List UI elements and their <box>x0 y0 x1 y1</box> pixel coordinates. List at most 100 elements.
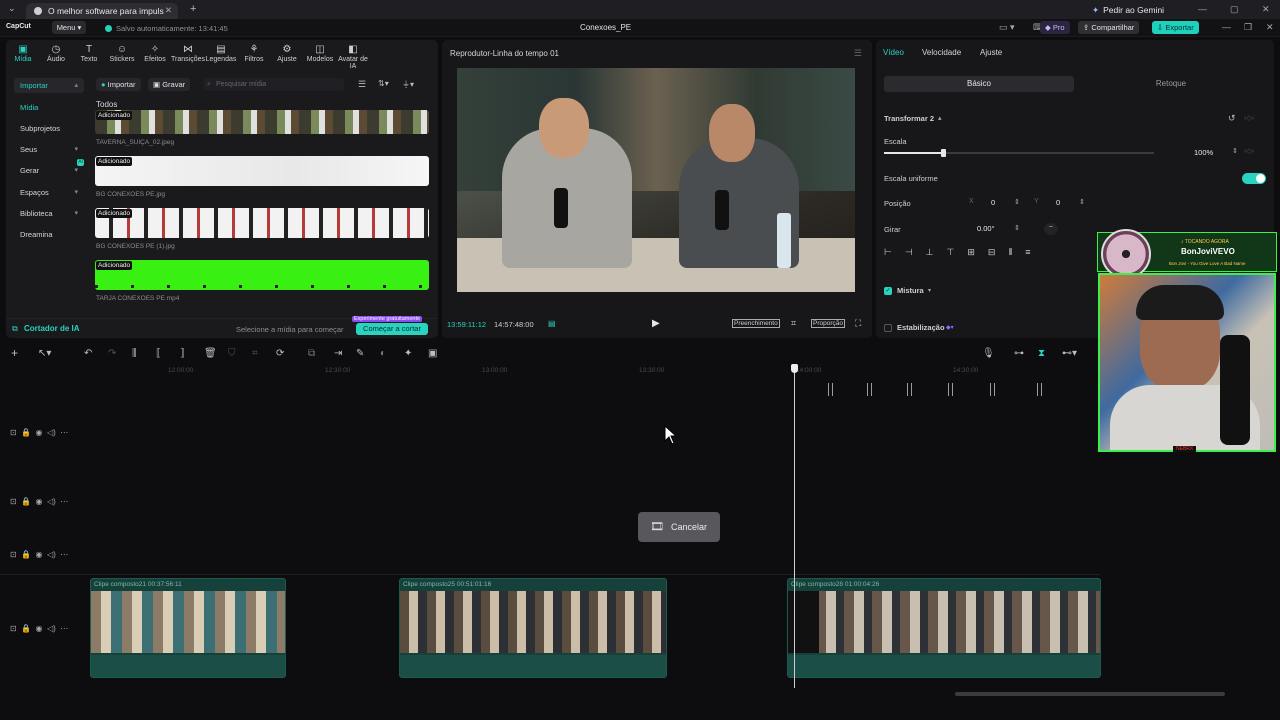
chain-icon[interactable]: ⊷▾ <box>1062 348 1077 359</box>
select-tool-icon[interactable]: ↖▾ <box>38 348 51 359</box>
media-search-input[interactable]: ⌕ Pesquisar mídia <box>204 78 344 91</box>
crop-icon[interactable]: ⌗ <box>791 318 796 329</box>
align-tools[interactable]: ⊢⊣⊥⊤⊞⊟⫴≡ <box>884 247 1074 261</box>
redo-icon[interactable]: ↷ <box>108 348 116 359</box>
start-cutting-button[interactable]: Começar a cortar <box>356 323 428 335</box>
leftnav-item-seus[interactable]: Seus ▾ <box>14 142 84 157</box>
crop-tool-icon[interactable]: ⌗ <box>252 348 258 359</box>
rotate-dial-icon[interactable]: – <box>1044 223 1058 235</box>
mask-icon[interactable]: ◐ <box>380 348 386 359</box>
keyframe-icon[interactable]: ‹◇› <box>1244 114 1254 122</box>
view-mode-icon[interactable]: ☰ <box>358 79 366 90</box>
track-controls[interactable]: ⊡ 🔒 ◉ ◁) ⋯ <box>10 624 68 633</box>
toolbar-tab-filters[interactable]: ⚘ Filtros <box>237 44 271 63</box>
close-tab-icon[interactable]: ✕ <box>165 5 172 16</box>
layout-icon[interactable]: ▭ ▾ <box>994 21 1020 34</box>
browser-tab[interactable]: O melhor software para impuls ✕ <box>26 3 178 19</box>
pos-x-input[interactable]: 0 <box>991 197 995 209</box>
collapse-chevron-icon[interactable]: ▴ <box>938 114 942 122</box>
play-icon[interactable]: ▶ <box>652 318 660 329</box>
mic-record-icon[interactable]: 🎙 <box>982 348 995 359</box>
leftnav-item-importar[interactable]: Importar ▴ <box>14 78 84 93</box>
fill-button[interactable]: Preenchimento <box>732 319 780 328</box>
leftnav-item-dreamina[interactable]: Dreamina <box>14 227 84 242</box>
subtab-basic[interactable]: Básico <box>884 76 1074 92</box>
timeline-marker[interactable] <box>1037 383 1042 396</box>
magic-icon[interactable]: ✦ <box>404 348 412 359</box>
toolbar-tab-templates[interactable]: ◫ Modelos <box>303 44 337 63</box>
pro-badge[interactable]: ◆ Pro <box>1040 21 1070 34</box>
freeze-icon[interactable]: ⧉ <box>308 348 315 359</box>
scale-stepper-icon[interactable]: ⇕ <box>1232 147 1238 155</box>
fullscreen-icon[interactable]: ⛶ <box>855 318 861 329</box>
media-item[interactable]: Adicionado <box>95 208 429 238</box>
tab-video[interactable]: Vídeo <box>883 48 904 57</box>
toolbar-tab-sticker[interactable]: ☺ Stickers <box>105 44 139 63</box>
player-menu-icon[interactable]: ☰ <box>854 48 862 59</box>
blend-checkbox[interactable]: ✓ <box>884 287 892 295</box>
record-button[interactable]: ▣ Gravar <box>148 78 191 91</box>
toolbar-tab-captions[interactable]: ▤ Legendas <box>204 44 238 63</box>
reverse-icon[interactable]: ⇥ <box>334 348 342 359</box>
toolbar-tab-text[interactable]: T Texto <box>72 44 106 63</box>
reset-icon[interactable]: ↺ <box>1228 113 1236 124</box>
tab-adjust[interactable]: Ajuste <box>980 48 1002 57</box>
timeline-clip[interactable]: Clipe composto25 00:51:01:16 <box>399 578 667 678</box>
speed-ramp-icon[interactable]: ⟳ <box>276 348 284 359</box>
tab-list-chevron-icon[interactable]: ⌄ <box>8 3 16 14</box>
export-button[interactable]: ⇩ Exportar <box>1152 21 1199 34</box>
add-track-icon[interactable]: + <box>11 346 18 360</box>
toolbar-tab-effects[interactable]: ✧ Efeitos <box>138 44 172 63</box>
timeline-clip[interactable]: Clipe composto28 01:00:04:26 <box>787 578 1101 678</box>
maximize-browser-icon[interactable]: ▢ <box>1230 4 1239 15</box>
draw-icon[interactable]: ✎ <box>356 348 364 359</box>
pos-y-stepper-icon[interactable]: ⇕ <box>1079 198 1085 206</box>
ratio-button[interactable]: Proporção <box>811 319 845 328</box>
minimize-browser-icon[interactable]: — <box>1198 4 1207 14</box>
leftnav-item-biblioteca[interactable]: Biblioteca ▾ <box>14 206 84 221</box>
rotate-input[interactable]: 0.00° <box>977 223 995 235</box>
import-button[interactable]: ● Importar <box>96 78 141 91</box>
timeline-marker[interactable] <box>990 383 995 396</box>
gemini-button[interactable]: ✦ Pedir ao Gemini <box>1092 5 1164 16</box>
timeline-marker[interactable] <box>828 383 833 396</box>
timeline-grid-icon[interactable]: ▤ <box>548 319 556 328</box>
uniform-scale-toggle[interactable] <box>1242 173 1266 184</box>
video-preview[interactable] <box>457 68 855 292</box>
leftnav-item-subprojetos[interactable]: Subprojetos <box>14 121 84 136</box>
toolbar-tab-adjust[interactable]: ⚙ Ajuste <box>270 44 304 63</box>
keyframe-icon[interactable]: ‹◇› <box>1244 147 1254 155</box>
minimize-app-icon[interactable]: — <box>1222 22 1231 32</box>
new-tab-icon[interactable]: + <box>190 3 196 15</box>
stabilize-checkbox[interactable] <box>884 324 892 332</box>
toolbar-tab-ai-avatar[interactable]: ◧ Avatar de IA <box>336 44 370 70</box>
cancel-button[interactable]: 🎞 Cancelar <box>638 512 720 542</box>
tab-speed[interactable]: Velocidade <box>922 48 961 57</box>
timeline-marker[interactable] <box>948 383 953 396</box>
filter-icon[interactable]: ⏚▾ <box>402 79 414 90</box>
media-item[interactable]: Adicionado <box>95 156 429 186</box>
playhead[interactable] <box>791 364 798 688</box>
blend-chevron-icon[interactable]: ▾ <box>928 287 931 294</box>
menu-button[interactable]: Menu ▾ <box>52 21 86 34</box>
frame-icon[interactable]: ▣ <box>428 348 437 359</box>
restore-app-icon[interactable]: ❐ <box>1244 22 1252 33</box>
scale-value[interactable]: 100% <box>1194 147 1213 159</box>
media-item[interactable]: Adicionado <box>95 260 429 290</box>
link-icon[interactable]: ⊶ <box>1014 348 1024 359</box>
delete-icon[interactable]: 🗑 <box>204 348 217 359</box>
magnet-icon[interactable]: ⧗ <box>1038 348 1045 359</box>
toolbar-tab-audio[interactable]: ◷ Áudio <box>39 44 73 63</box>
toolbar-tab-media[interactable]: ▣ Mídia <box>6 44 40 63</box>
track-controls[interactable]: ⊡ 🔒 ◉ ◁) ⋯ <box>10 550 68 559</box>
close-browser-icon[interactable]: ✕ <box>1262 4 1270 15</box>
leftnav-item-mdia[interactable]: Mídia <box>14 100 84 115</box>
playhead-handle[interactable] <box>791 364 798 373</box>
track-controls[interactable]: ⊡ 🔒 ◉ ◁) ⋯ <box>10 497 68 506</box>
rotate-stepper-icon[interactable]: ⇕ <box>1014 224 1020 232</box>
media-item[interactable]: Adicionado <box>95 110 429 134</box>
shield-icon[interactable]: ⛉ <box>228 348 236 359</box>
timeline-marker[interactable] <box>907 383 912 396</box>
scale-slider-handle[interactable] <box>941 149 947 157</box>
subtab-retouch[interactable]: Retoque <box>1076 76 1266 92</box>
